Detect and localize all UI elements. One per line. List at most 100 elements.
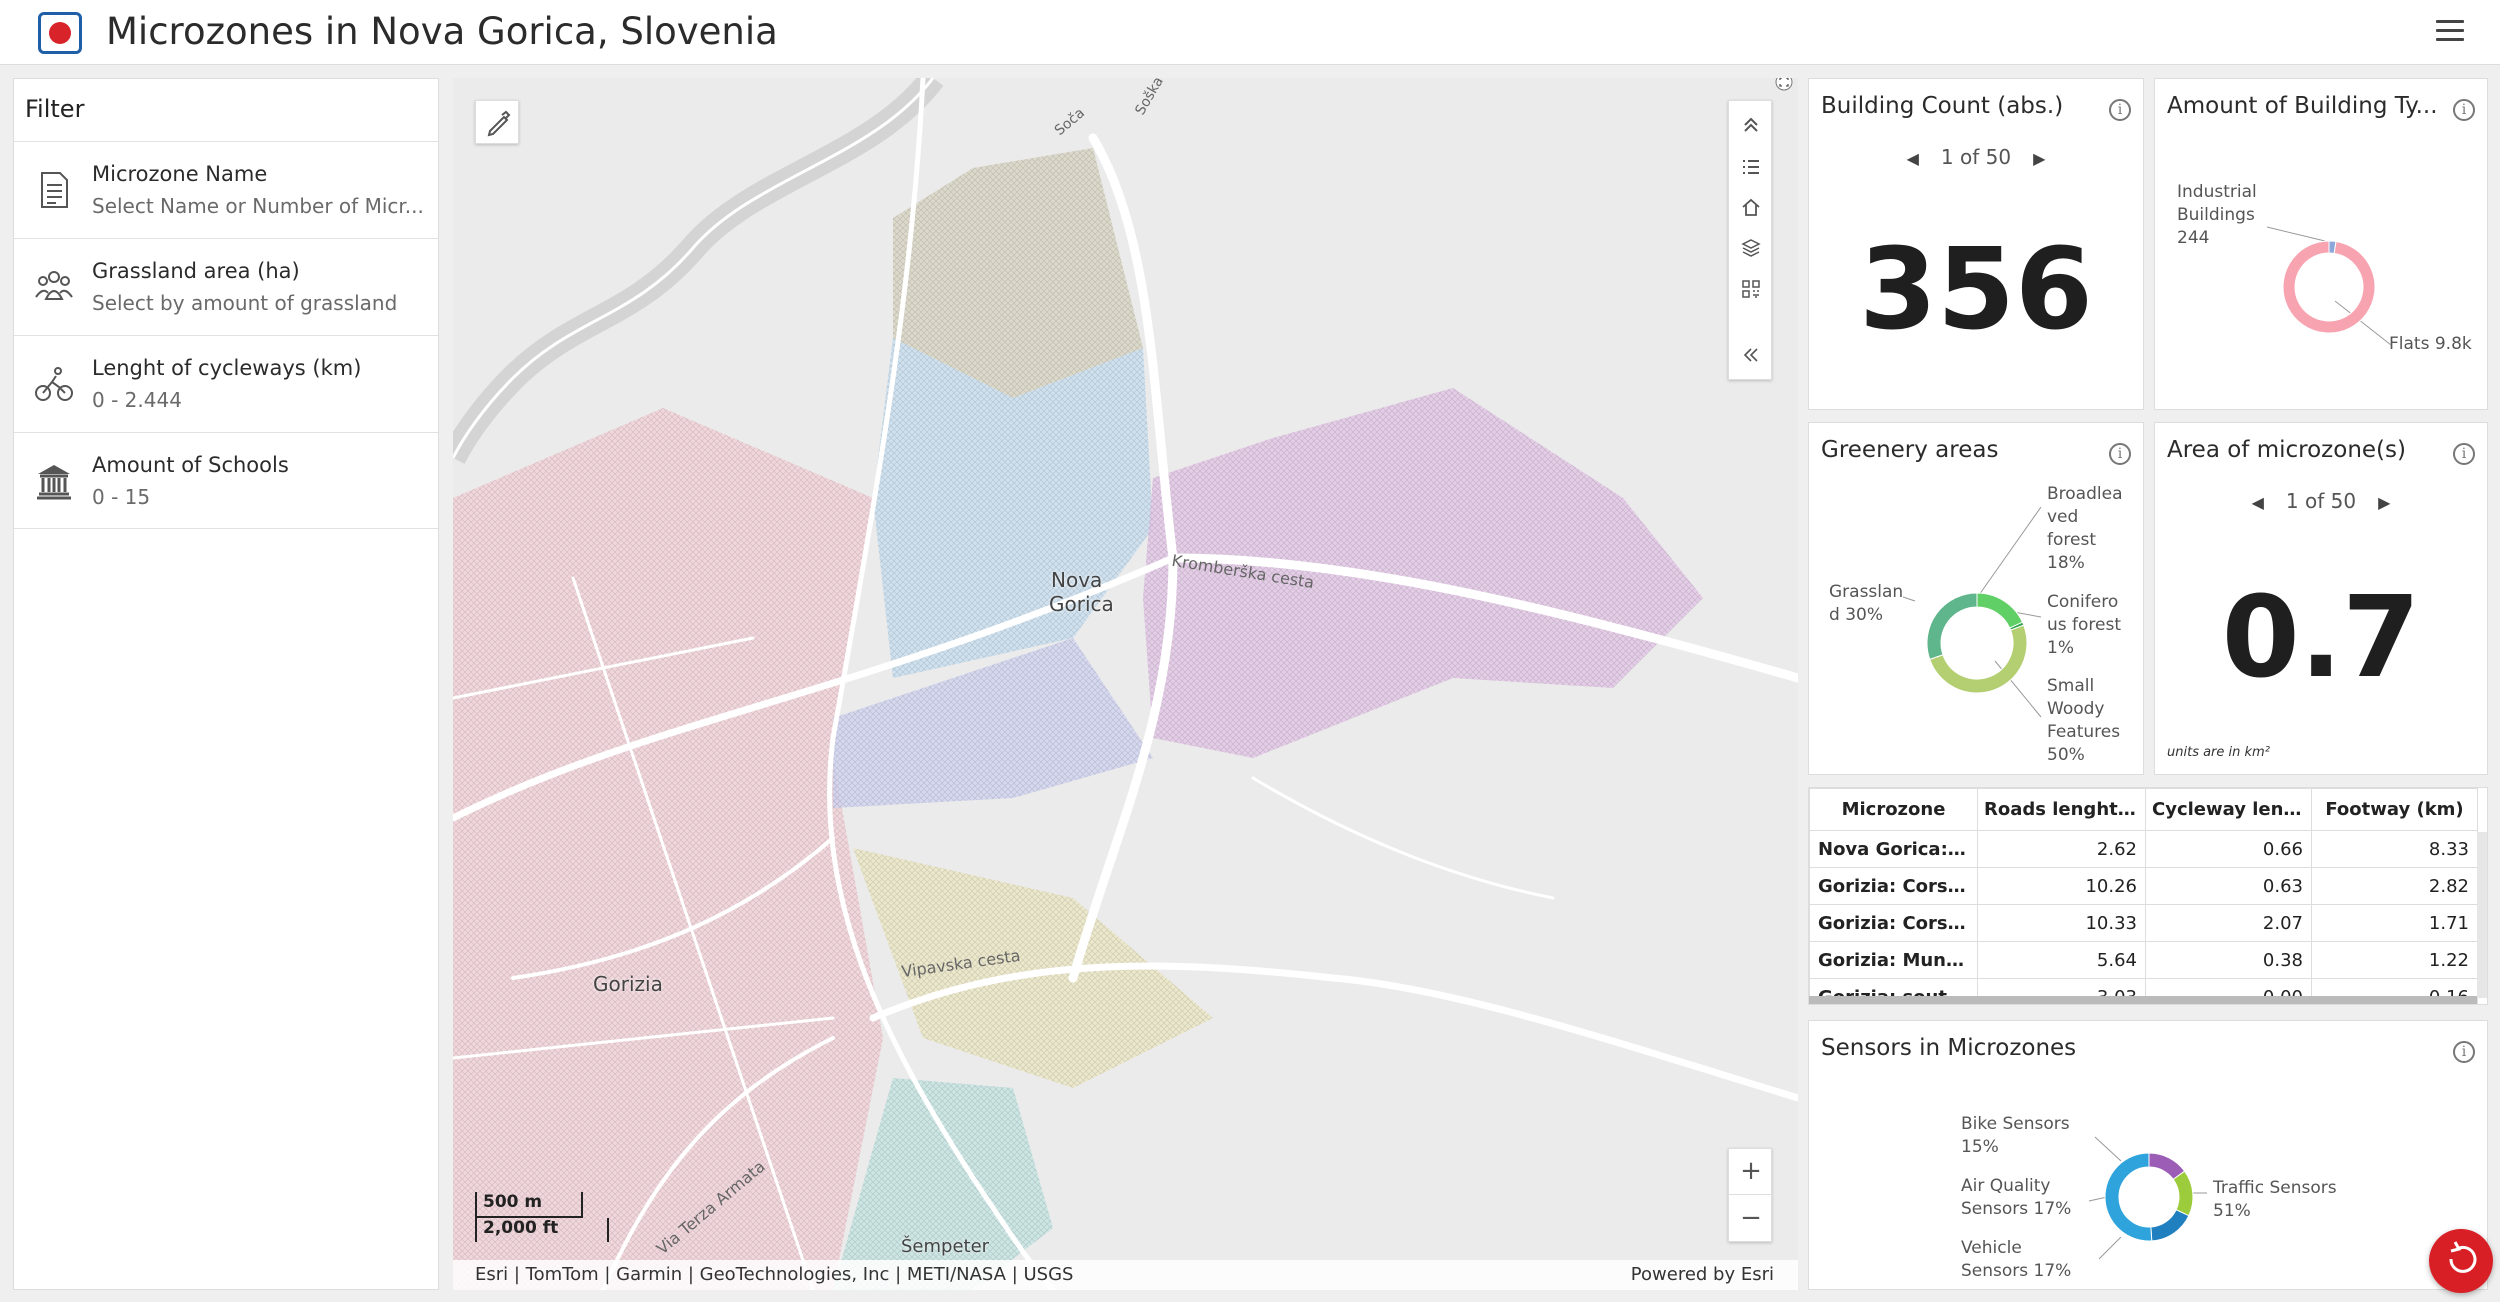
table-cell: Gorizia: Corso ... — [1809, 867, 1978, 905]
cyclist-icon — [35, 367, 73, 401]
fullscreen-icon[interactable] — [1774, 78, 1794, 92]
map-label-nova: Nova — [1051, 568, 1103, 592]
donut-slice-flats[interactable] — [2282, 240, 2376, 334]
donut-slice-air-quality-sensors[interactable] — [2172, 1170, 2194, 1217]
app-logo-icon — [38, 12, 82, 54]
filter-value: Select by amount of grassland — [92, 291, 398, 315]
table-cell: 5.64 — [1977, 941, 2146, 979]
table-header-row: Microzone Roads lenght (... Cycleway len… — [1809, 788, 2478, 831]
card-title: Area of microzone(s) — [2167, 437, 2406, 463]
column-header[interactable]: Roads lenght (... — [1977, 788, 2146, 831]
building-types-donut — [2266, 226, 2392, 346]
greenery-donut — [1902, 506, 2042, 718]
filter-label: Lenght of cycleways (km) — [92, 356, 362, 380]
microzone-table: Microzone Roads lenght (... Cycleway len… — [1808, 787, 2488, 1005]
map-toolbar — [1728, 100, 1772, 380]
filter-label: Grassland area (ha) — [92, 259, 300, 283]
table-cell: 1.22 — [2311, 941, 2478, 979]
powered-by-esri[interactable]: Powered by Esri — [1631, 1264, 1774, 1285]
chevron-double-up-icon[interactable] — [1741, 115, 1761, 135]
zoom-in-button[interactable]: + — [1729, 1149, 1773, 1195]
info-icon[interactable]: i — [2109, 99, 2131, 121]
units-note: units are in km² — [2167, 745, 2270, 760]
hamburger-menu-icon[interactable] — [2436, 20, 2464, 44]
area-value: 0.7 — [2221, 573, 2421, 703]
chevron-double-left-icon[interactable] — [1741, 345, 1761, 365]
pager-text: 1 of 50 — [1940, 145, 2012, 169]
map-label-gorizia: Gorizia — [593, 972, 663, 996]
people-icon — [35, 271, 73, 300]
table-row[interactable]: Gorizia: Munici... 5.64 0.38 1.22 — [1809, 941, 2478, 979]
home-icon[interactable] — [1741, 197, 1761, 217]
pager-text: 1 of 50 — [2285, 489, 2357, 513]
map-view[interactable]: Nova Gorica Gorizia Šempeter Kromberška … — [453, 78, 1798, 1290]
table-cell: 0.63 — [2145, 867, 2312, 905]
prev-arrow-icon[interactable]: ◀ — [1907, 149, 1919, 168]
table-row[interactable]: Gorizia: Corso ... 10.26 0.63 2.82 — [1809, 867, 2478, 905]
greenery-card: Greenery areas i Broadlea ved forest 18%… — [1808, 422, 2144, 775]
filter-panel: Filter Microzone Name Select Name or Num… — [13, 78, 439, 1290]
filter-title: Filter — [25, 95, 85, 123]
table-cell: 2.62 — [1977, 830, 2146, 868]
building-icon — [37, 465, 71, 500]
page-title: Microzones in Nova Gorica, Slovenia — [106, 10, 778, 53]
column-header[interactable]: Footway (km) — [2311, 788, 2478, 831]
table-row[interactable]: Nova Gorica: re... 2.62 0.66 8.33 — [1809, 830, 2478, 868]
scale-imperial: 2,000 ft — [475, 1218, 609, 1242]
data-table: Microzone Roads lenght (... Cycleway len… — [1809, 788, 2478, 1004]
table-cell: 0.38 — [2145, 941, 2312, 979]
attribution-text[interactable]: Esri | TomTom | Garmin | GeoTechnologies… — [475, 1264, 1073, 1285]
table-cell: Gorizia: Corso I... — [1809, 904, 1978, 942]
filter-value: Select Name or Number of Micr... — [92, 194, 424, 218]
next-arrow-icon[interactable]: ▶ — [2033, 149, 2045, 168]
table-cell: 2.82 — [2311, 867, 2478, 905]
filter-cycleway-length[interactable]: Lenght of cycleways (km) 0 - 2.444 — [14, 335, 438, 432]
document-icon — [41, 172, 68, 208]
qr-code-icon[interactable] — [1741, 279, 1761, 299]
zoom-controls: + − — [1728, 1148, 1773, 1242]
sensors-donut — [2088, 1136, 2207, 1260]
filter-value: 0 - 2.444 — [92, 388, 182, 412]
prev-arrow-icon[interactable]: ◀ — [2252, 493, 2264, 512]
table-cell: 0.66 — [2145, 830, 2312, 868]
column-header[interactable]: Cycleway leng... — [2145, 788, 2312, 831]
column-header[interactable]: Microzone — [1809, 788, 1978, 831]
filter-grassland-area[interactable]: Grassland area (ha) Select by amount of … — [14, 238, 438, 335]
pager: ◀ 1 of 50 ▶ — [2155, 489, 2487, 513]
next-arrow-icon[interactable]: ▶ — [2378, 493, 2390, 512]
table-cell: 8.33 — [2311, 830, 2478, 868]
filter-label: Amount of Schools — [92, 453, 289, 477]
area-card: Area of microzone(s) i ◀ 1 of 50 ▶ 0.7 uni… — [2154, 422, 2488, 775]
horizontal-scrollbar[interactable] — [1809, 996, 2477, 1004]
donut-slice-vehicle-sensors[interactable] — [2150, 1209, 2190, 1242]
donut-slice-grassland[interactable] — [1926, 592, 1978, 660]
card-title: Building Count (abs.) — [1821, 93, 2064, 119]
info-icon[interactable]: i — [2453, 443, 2475, 465]
map-attribution: Esri | TomTom | Garmin | GeoTechnologies… — [453, 1260, 1798, 1290]
filter-schools[interactable]: Amount of Schools 0 - 15 — [14, 432, 438, 529]
refresh-button[interactable] — [2429, 1229, 2493, 1293]
legend-list-icon[interactable] — [1741, 157, 1761, 177]
pager: ◀ 1 of 50 ▶ — [1809, 145, 2143, 169]
donut-slices — [2282, 240, 2376, 334]
map-label-gorica: Gorica — [1049, 592, 1114, 616]
table-row[interactable]: Gorizia: Corso I... 10.33 2.07 1.71 — [1809, 904, 2478, 942]
scale-metric: 500 m — [475, 1192, 583, 1218]
sensors-card: Sensors in Microzones i Bike Sensors 15%… — [1808, 1020, 2488, 1290]
zoom-out-button[interactable]: − — [1729, 1196, 1773, 1242]
building-count-value: 356 — [1859, 225, 2093, 355]
donut-slice-traffic-sensors[interactable] — [2104, 1152, 2153, 1242]
table-cell: 10.33 — [1977, 904, 2146, 942]
filter-microzone-name[interactable]: Microzone Name Select Name or Number of … — [14, 141, 438, 238]
table-cell: Gorizia: Munici... — [1809, 941, 1978, 979]
building-count-card: Building Count (abs.) i ◀ 1 of 50 ▶ 356 — [1808, 78, 2144, 410]
donut-slice-broadleaved-forest[interactable] — [1976, 592, 2024, 629]
table-cell: 1.71 — [2311, 904, 2478, 942]
filter-value: 0 - 15 — [92, 485, 151, 509]
vertical-scrollbar[interactable] — [2477, 832, 2487, 998]
map-canvas — [453, 78, 1798, 1290]
layers-icon[interactable] — [1741, 237, 1761, 257]
donut-slices — [1926, 592, 2028, 694]
sketch-tool-button[interactable] — [475, 100, 519, 144]
donut-slices — [2104, 1152, 2194, 1242]
